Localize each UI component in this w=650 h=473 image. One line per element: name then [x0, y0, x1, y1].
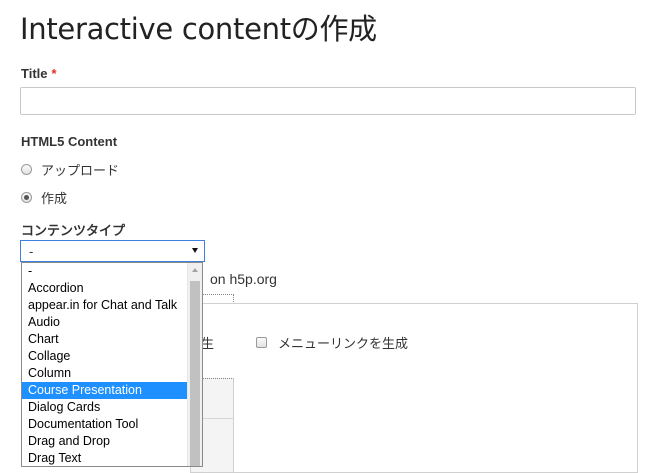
dropdown-option[interactable]: Column — [22, 365, 188, 382]
radio-create-label: 作成 — [41, 191, 68, 206]
dropdown-option[interactable]: Accordion — [22, 280, 188, 297]
title-input[interactable] — [20, 87, 636, 115]
content-type-dropdown[interactable]: - Accordion appear.in for Chat and Talk Aud… — [21, 262, 203, 467]
dropdown-option[interactable]: Dialog Cards — [22, 399, 188, 416]
radio-upload[interactable] — [21, 164, 32, 175]
chevron-down-icon — [192, 248, 198, 253]
dropdown-option[interactable]: Documentation Tool — [22, 416, 188, 433]
dropdown-option[interactable]: Chart — [22, 331, 188, 348]
dropdown-option[interactable]: Drag and Drop — [22, 433, 188, 450]
content-type-select-value: - — [29, 243, 34, 259]
menu-link-label: メニューリンクを生成 — [278, 336, 409, 351]
h5p-org-text: on h5p.org — [210, 271, 277, 287]
content-panel — [190, 303, 638, 473]
dropdown-option[interactable]: Audio — [22, 314, 188, 331]
dropdown-option[interactable]: Collage — [22, 348, 188, 365]
dropdown-scrollbar[interactable] — [187, 263, 202, 466]
content-type-select[interactable]: - — [20, 240, 205, 262]
radio-upload-label: アップロード — [41, 163, 120, 178]
dropdown-option[interactable]: Drag Text — [22, 450, 188, 466]
content-type-label: コンテンツタイプ — [21, 223, 126, 238]
page-title: Interactive contentの作成 — [20, 12, 377, 46]
radio-upload-option[interactable]: アップロード — [21, 160, 119, 179]
dropdown-option[interactable]: - — [22, 263, 188, 280]
required-mark: * — [51, 66, 57, 81]
scroll-up-icon[interactable] — [188, 263, 202, 278]
radio-create-option[interactable]: 作成 — [21, 188, 67, 207]
dropdown-option[interactable]: Course Presentation — [22, 382, 188, 399]
scroll-thumb[interactable] — [190, 281, 200, 466]
title-label-text: Title — [21, 66, 48, 81]
menu-link-checkbox[interactable] — [256, 337, 267, 348]
menu-link-option[interactable]: メニューリンクを生成 — [256, 333, 408, 352]
html5-content-label: HTML5 Content — [21, 134, 118, 149]
radio-create[interactable] — [21, 192, 32, 203]
dropdown-list: - Accordion appear.in for Chat and Talk Aud… — [22, 263, 188, 466]
dropdown-option[interactable]: appear.in for Chat and Talk — [22, 297, 188, 314]
title-label: Title * — [21, 66, 57, 81]
